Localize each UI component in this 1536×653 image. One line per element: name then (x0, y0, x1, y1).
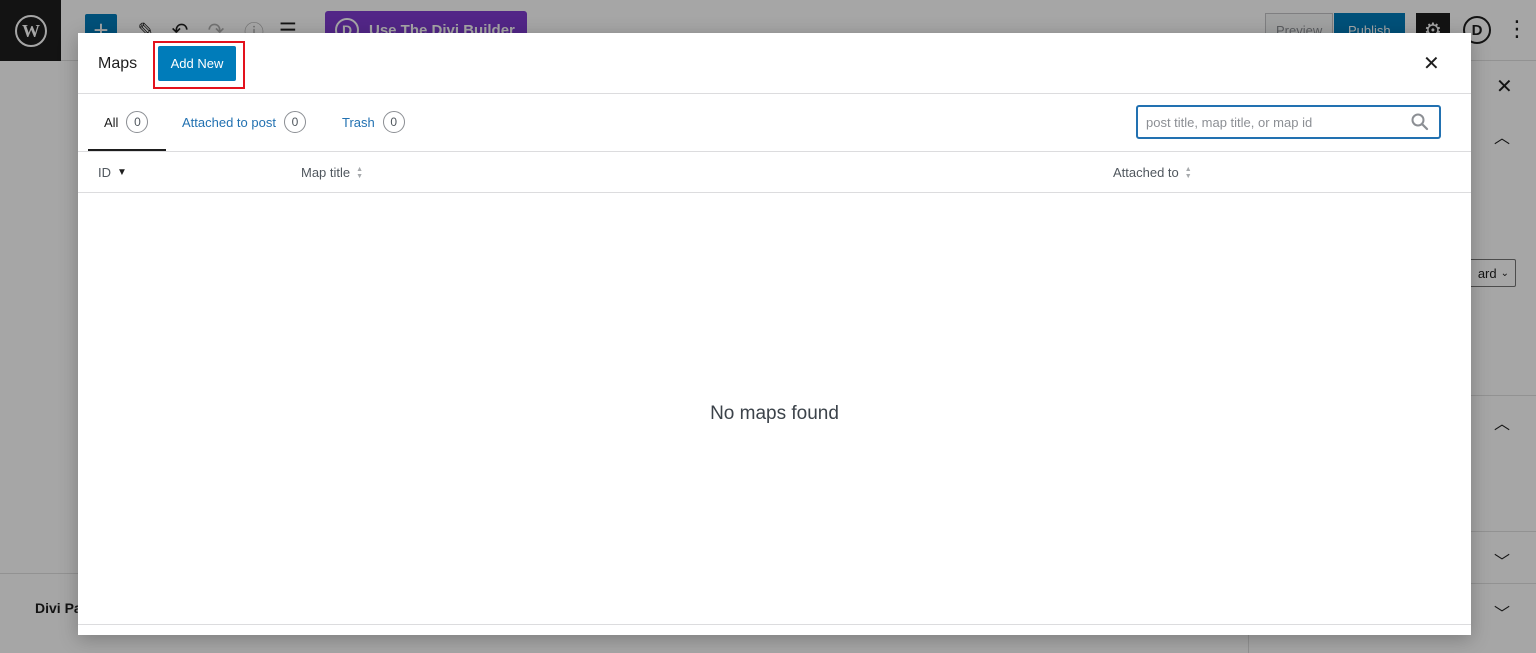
column-header-map-title[interactable]: Map title ▲ ▼ (301, 165, 363, 180)
tab-attached-to-post[interactable]: Attached to post 0 (182, 111, 306, 133)
column-label: Map title (301, 165, 351, 180)
maps-modal: Maps Add New ✕ All 0 Attached to post 0 … (78, 33, 1471, 635)
empty-state-message: No maps found (710, 403, 839, 424)
sort-icon: ▲ ▼ (356, 165, 364, 180)
search-icon[interactable] (1410, 112, 1430, 132)
column-label: ID (98, 165, 111, 180)
add-new-button[interactable]: Add New (158, 46, 236, 81)
tab-trash[interactable]: Trash 0 (342, 111, 405, 133)
modal-footer-divider (78, 624, 1471, 625)
tab-label: Attached to post (182, 114, 276, 130)
tab-label: All (104, 114, 119, 130)
count-badge: 0 (126, 111, 149, 133)
column-header-id[interactable]: ID ▼ (98, 165, 127, 180)
column-header-attached-to[interactable]: Attached to ▲ ▼ (1113, 165, 1192, 180)
search-input[interactable] (1146, 113, 1406, 131)
modal-title: Maps (98, 55, 138, 72)
column-label: Attached to (1113, 165, 1179, 180)
tab-label: Trash (342, 114, 375, 130)
close-icon[interactable]: ✕ (1423, 51, 1440, 76)
sort-icon: ▲ ▼ (1184, 165, 1192, 180)
count-badge: 0 (283, 111, 306, 133)
tab-all[interactable]: All 0 (104, 111, 149, 133)
modal-header: Maps Add New ✕ (78, 33, 1471, 94)
sort-desc-icon: ▼ (117, 167, 127, 178)
count-badge: 0 (382, 111, 405, 133)
search-box (1136, 105, 1441, 139)
active-tab-indicator (88, 149, 166, 151)
table-header: ID ▼ Map title ▲ ▼ Attached to ▲ ▼ (78, 152, 1471, 193)
